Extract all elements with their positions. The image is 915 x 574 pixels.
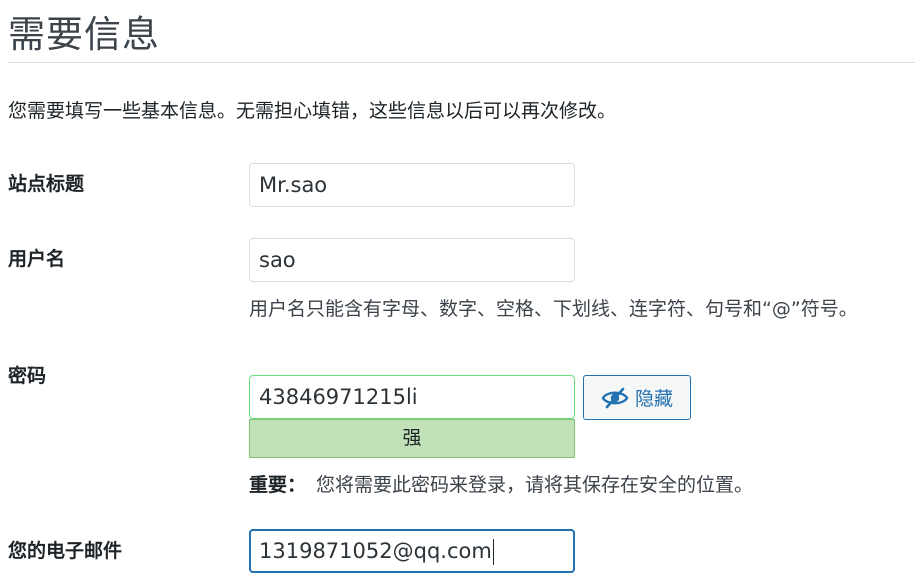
site-title-input[interactable]: Mr.sao — [249, 163, 575, 207]
username-hint: 用户名只能含有字母、数字、空格、下划线、连字符、句号和“@”符号。 — [249, 298, 858, 320]
username-label: 用户名 — [8, 248, 66, 270]
password-strength-indicator: 强 — [249, 419, 575, 458]
intro-text: 您需要填写一些基本信息。无需担心填错，这些信息以后可以再次修改。 — [8, 100, 617, 122]
hide-password-label: 隐藏 — [634, 388, 673, 410]
title-divider — [8, 62, 915, 63]
page-title: 需要信息 — [8, 13, 160, 56]
email-label: 您的电子邮件 — [8, 540, 123, 562]
username-value: sao — [259, 248, 296, 272]
email-input[interactable]: 1319871052@qq.com — [249, 529, 575, 573]
password-note: 重要： 您将需要此密码来登录，请将其保存在安全的位置。 — [249, 470, 753, 497]
password-input[interactable]: 43846971215li — [249, 375, 575, 419]
password-label: 密码 — [8, 365, 47, 387]
email-value: 1319871052@qq.com — [259, 539, 492, 563]
eye-slash-icon — [601, 387, 629, 409]
site-title-label: 站点标题 — [8, 173, 85, 195]
site-title-value: Mr.sao — [259, 173, 328, 197]
install-form-page: 需要信息 您需要填写一些基本信息。无需担心填错，这些信息以后可以再次修改。 站点… — [0, 0, 915, 574]
username-input[interactable]: sao — [249, 238, 575, 282]
hide-password-button[interactable]: 隐藏 — [583, 375, 691, 420]
password-note-text: 您将需要此密码来登录，请将其保存在安全的位置。 — [316, 474, 754, 496]
text-caret — [492, 539, 495, 565]
password-note-strong: 重要： — [249, 474, 307, 496]
password-value: 43846971215li — [259, 385, 418, 409]
